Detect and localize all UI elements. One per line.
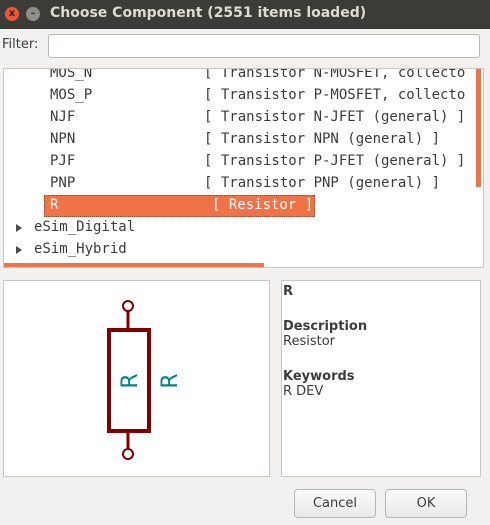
tree-row-pjf[interactable]: PJF [ Transistor P-JFET (general) ] [4,151,483,173]
component-description: [ Transistor N-MOSFET, collecto [204,68,466,81]
description-heading: Description [283,319,368,334]
minimize-window-icon[interactable]: – [26,7,40,21]
component-name: PJF [50,153,76,169]
description-text: Resistor [283,334,335,349]
component-description: [ Transistor NPN (general) ] [204,131,441,147]
component-name: NJF [50,109,76,125]
resistor-symbol-icon: R R [107,300,183,460]
component-tree[interactable]: MOS_N [ Transistor N-MOSFET, collecto MO… [3,68,484,268]
component-description: [ Transistor P-MOSFET, collecto [204,87,466,103]
tree-library-esim-digital[interactable]: eSim_Digital [4,217,483,239]
keywords-heading: Keywords [283,369,355,384]
cancel-button[interactable]: Cancel [294,489,376,518]
component-description: [ Transistor P-JFET (general) ] [204,153,466,169]
ok-button[interactable]: OK [385,489,467,518]
component-name: R [50,197,59,213]
filter-input[interactable] [48,34,480,58]
symbol-preview: R R [3,280,270,477]
vertical-scrollbar[interactable] [476,69,481,187]
component-name: PNP [50,175,76,191]
title-bar: x – Choose Component (2551 items loaded) [0,0,490,29]
symbol-reference-label: R [158,373,183,388]
horizontal-scrollbar[interactable] [4,263,264,267]
component-info-panel: R Description Resistor Keywords R DEV [281,280,481,477]
component-name: MOS_N [50,68,93,81]
tree-row-pnp[interactable]: PNP [ Transistor PNP (general) ] [4,173,483,195]
tree-row-njf[interactable]: NJF [ Transistor N-JFET (general) ] [4,107,483,129]
component-description: [ Resistor ] [212,197,314,213]
window-title: Choose Component (2551 items loaded) [50,5,367,21]
tree-library-esim-hybrid[interactable]: eSim_Hybrid [4,239,483,261]
symbol-value-label: R [118,373,143,388]
component-name: MOS_P [50,87,93,103]
tree-row-mos-n[interactable]: MOS_N [ Transistor N-MOSFET, collecto [4,68,483,85]
tree-row-mos-p[interactable]: MOS_P [ Transistor P-MOSFET, collecto [4,85,483,107]
library-name: eSim_Digital [34,219,136,235]
expand-arrow-icon[interactable] [16,246,22,254]
filter-label: Filter: [2,37,39,52]
keywords-text: R DEV [283,384,324,399]
tree-row-npn[interactable]: NPN [ Transistor NPN (general) ] [4,129,483,151]
library-name: eSim_Hybrid [34,241,127,257]
component-name: NPN [50,131,76,147]
close-window-icon[interactable]: x [5,7,19,21]
tree-row-r-selected[interactable]: R [ Resistor ] [4,195,483,217]
component-description: [ Transistor N-JFET (general) ] [204,109,466,125]
expand-arrow-icon[interactable] [16,224,22,232]
component-description: [ Transistor PNP (general) ] [204,175,441,191]
component-info-name: R [283,284,294,299]
